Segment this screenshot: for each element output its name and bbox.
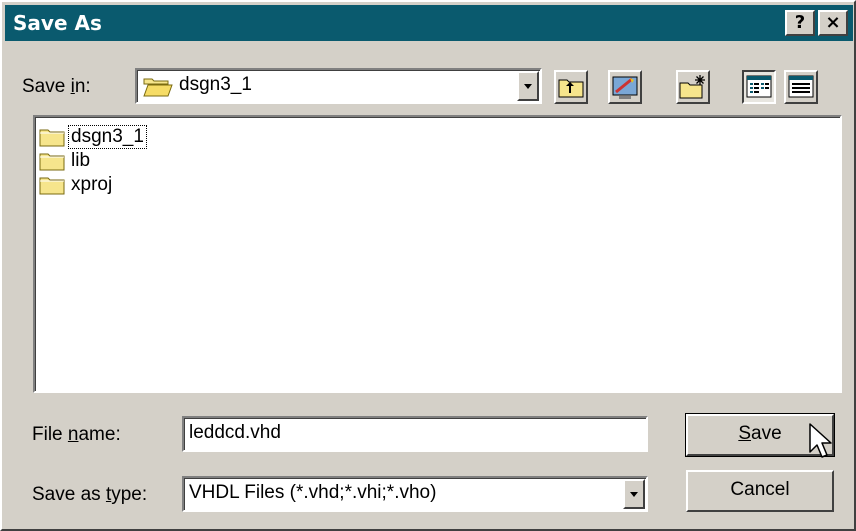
file-name-value: leddcd.vhd <box>189 422 281 443</box>
create-new-folder-button[interactable] <box>676 70 710 104</box>
details-view-icon <box>788 75 814 98</box>
help-button[interactable]: ? <box>785 10 815 36</box>
save-as-dialog: Save As ? × Save in: dsgn3_1 dsgn3_1 lib… <box>0 0 856 531</box>
new-folder-icon <box>679 75 705 99</box>
dialog-title: Save As <box>13 11 102 35</box>
file-name-label: File name: <box>32 424 121 445</box>
close-button[interactable]: × <box>818 10 848 36</box>
file-name-input[interactable]: leddcd.vhd <box>182 416 648 452</box>
up-folder-icon <box>558 79 584 98</box>
open-folder-icon <box>143 78 173 97</box>
save-as-type-dropdown[interactable]: VHDL Files (*.vhd;*.vhi;*.vho) <box>182 476 648 512</box>
details-view-button[interactable] <box>784 70 818 104</box>
folder-icon <box>39 129 65 147</box>
save-as-type-value: VHDL Files (*.vhd;*.vhi;*.vho) <box>189 482 437 503</box>
folder-icon <box>39 177 65 195</box>
folder-icon <box>39 153 65 171</box>
mouse-pointer-icon <box>809 423 832 458</box>
save-in-value: dsgn3_1 <box>179 74 252 95</box>
save-in-label: Save in: <box>22 76 91 97</box>
file-list[interactable]: dsgn3_1 lib xproj <box>33 115 842 393</box>
desktop-button[interactable] <box>608 70 642 104</box>
save-as-type-dropdown-arrow[interactable] <box>623 479 645 509</box>
save-as-type-label: Save as type: <box>32 484 148 505</box>
file-name: lib <box>71 150 91 171</box>
list-view-icon <box>746 75 772 98</box>
title-bar[interactable]: Save As ? × <box>5 5 853 41</box>
file-name: xproj <box>71 174 113 195</box>
file-name: dsgn3_1 <box>68 125 147 149</box>
list-view-button[interactable] <box>742 70 776 104</box>
cancel-button[interactable]: Cancel <box>686 470 834 512</box>
up-one-level-button[interactable] <box>554 70 588 104</box>
save-in-dropdown[interactable]: dsgn3_1 <box>135 68 542 104</box>
desktop-icon <box>612 76 638 99</box>
save-in-dropdown-arrow[interactable] <box>517 71 539 101</box>
